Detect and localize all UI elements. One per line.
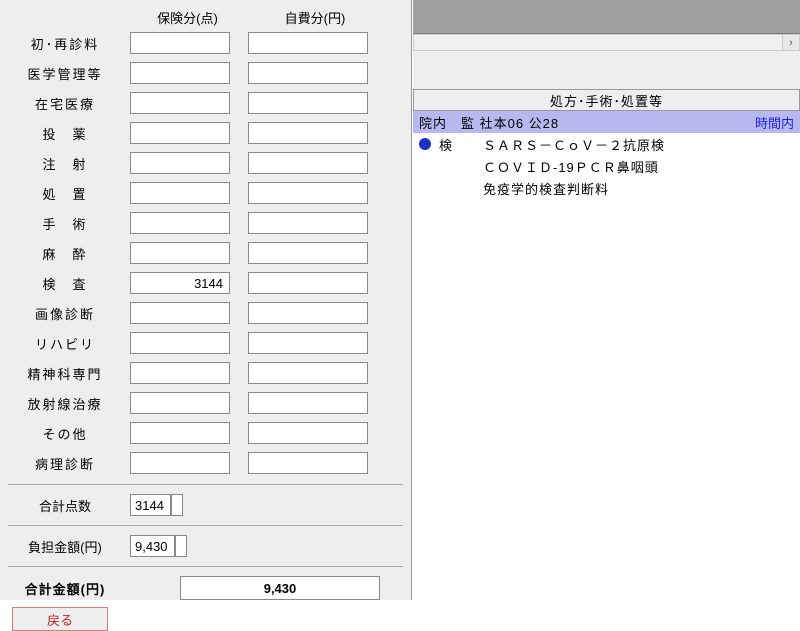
fee-row-selfpay-field[interactable] xyxy=(248,212,368,234)
fee-row: 在宅医療 xyxy=(0,88,411,118)
header-insurance-points: 保険分(点) xyxy=(130,8,245,27)
fee-row-selfpay-field[interactable] xyxy=(248,62,368,84)
total-points-field-2[interactable] xyxy=(171,494,183,516)
summary-block: 合計点数 3144 負担金額(円) 9,430 合計金額(円) 9,430 戻る xyxy=(0,480,411,631)
fee-row-selfpay-field[interactable] xyxy=(248,32,368,54)
fee-row-insurance-field[interactable] xyxy=(130,302,230,324)
fee-row-insurance-field[interactable] xyxy=(130,92,230,114)
fee-row-selfpay-field[interactable] xyxy=(248,332,368,354)
fee-row: その他 xyxy=(0,418,411,448)
back-button[interactable]: 戻る xyxy=(12,607,108,631)
detail-line: 検 ＳＡＲＳ－ＣｏＶ－２抗原検ＣＯＶＩＤ-19ＰＣＲ鼻咽頭免疫学的検査判断料 xyxy=(413,133,800,201)
fee-row-insurance-field[interactable] xyxy=(130,212,230,234)
right-top-bar xyxy=(413,0,800,34)
header-self-pay-yen: 自費分(円) xyxy=(245,8,385,27)
fee-row-insurance-field[interactable] xyxy=(130,332,230,354)
fee-row-selfpay-field[interactable] xyxy=(248,392,368,414)
total-points-field-1[interactable]: 3144 xyxy=(130,494,171,516)
horizontal-scrollbar[interactable]: › xyxy=(413,34,800,51)
detail-highlight-row[interactable]: 院内 監 社本06 公28 時間内 xyxy=(413,111,800,133)
fee-row-label: 初･再診料 xyxy=(0,34,130,53)
fee-row: 精神科専門 xyxy=(0,358,411,388)
fee-row-insurance-field[interactable] xyxy=(130,182,230,204)
fee-row-insurance-field[interactable]: 3144 xyxy=(130,272,230,294)
section-header: 処方･手術･処置等 xyxy=(413,89,800,111)
total-points-row: 合計点数 3144 xyxy=(0,489,411,521)
fee-row-insurance-field[interactable] xyxy=(130,452,230,474)
fee-row: 病理診断 xyxy=(0,448,411,478)
fee-row: 手 術 xyxy=(0,208,411,238)
fee-row-selfpay-field[interactable] xyxy=(248,452,368,474)
fee-row: 検 査3144 xyxy=(0,268,411,298)
fee-row-insurance-field[interactable] xyxy=(130,62,230,84)
burden-field-1[interactable]: 9,430 xyxy=(130,535,175,557)
bullet-icon xyxy=(419,138,431,150)
fee-row-insurance-field[interactable] xyxy=(130,242,230,264)
fee-row-label: 投 薬 xyxy=(0,124,130,143)
fee-row-selfpay-field[interactable] xyxy=(248,272,368,294)
grand-total-field[interactable]: 9,430 xyxy=(180,576,380,600)
burden-field-2[interactable] xyxy=(175,535,187,557)
fee-row: 処 置 xyxy=(0,178,411,208)
fee-row-label: 病理診断 xyxy=(0,454,130,473)
fee-row: 麻 酔 xyxy=(0,238,411,268)
fee-row-insurance-field[interactable] xyxy=(130,392,230,414)
fee-row-insurance-field[interactable] xyxy=(130,32,230,54)
detail-descriptions: ＳＡＲＳ－ＣｏＶ－２抗原検ＣＯＶＩＤ-19ＰＣＲ鼻咽頭免疫学的検査判断料 xyxy=(483,135,794,201)
highlight-left-text: 院内 監 社本06 公28 xyxy=(419,113,559,132)
fee-row-label: 注 射 xyxy=(0,154,130,173)
fee-row-insurance-field[interactable] xyxy=(130,422,230,444)
right-gap xyxy=(413,51,800,89)
fee-row-label: 手 術 xyxy=(0,214,130,233)
fee-row-label: 検 査 xyxy=(0,274,130,293)
fee-row-selfpay-field[interactable] xyxy=(248,422,368,444)
fee-row-selfpay-field[interactable] xyxy=(248,92,368,114)
detail-description-line: ＣＯＶＩＤ-19ＰＣＲ鼻咽頭 xyxy=(483,157,794,179)
fee-row-label: 放射線治療 xyxy=(0,394,130,413)
detail-description-line: 免疫学的検査判断料 xyxy=(483,179,794,201)
total-points-label: 合計点数 xyxy=(0,496,130,515)
column-headers: 保険分(点) 自費分(円) xyxy=(0,8,411,27)
scroll-right-icon[interactable]: › xyxy=(782,35,799,50)
fee-rows: 初･再診料医学管理等在宅医療投 薬注 射処 置手 術麻 酔検 査3144画像診断… xyxy=(0,28,411,478)
burden-label: 負担金額(円) xyxy=(0,537,130,556)
fee-row: リハビリ xyxy=(0,328,411,358)
fee-row-label: その他 xyxy=(0,424,130,443)
highlight-right-text: 時間内 xyxy=(755,113,794,132)
fee-row-selfpay-field[interactable] xyxy=(248,302,368,324)
fee-row-selfpay-field[interactable] xyxy=(248,242,368,264)
detail-description-line: ＳＡＲＳ－ＣｏＶ－２抗原検 xyxy=(483,135,794,157)
fee-row-label: 在宅医療 xyxy=(0,94,130,113)
fee-row-insurance-field[interactable] xyxy=(130,152,230,174)
fee-row-label: リハビリ xyxy=(0,334,130,353)
fee-row-label: 精神科専門 xyxy=(0,364,130,383)
fee-row-label: 処 置 xyxy=(0,184,130,203)
fee-row-selfpay-field[interactable] xyxy=(248,122,368,144)
fee-row: 放射線治療 xyxy=(0,388,411,418)
fee-row-insurance-field[interactable] xyxy=(130,362,230,384)
fee-row-selfpay-field[interactable] xyxy=(248,362,368,384)
detail-area: 院内 監 社本06 公28 時間内 検 ＳＡＲＳ－ＣｏＶ－２抗原検ＣＯＶＩＤ-1… xyxy=(413,111,800,201)
left-panel: 保険分(点) 自費分(円) 初･再診料医学管理等在宅医療投 薬注 射処 置手 術… xyxy=(0,0,412,600)
fee-row: 初･再診料 xyxy=(0,28,411,58)
fee-row: 投 薬 xyxy=(0,118,411,148)
fee-row-insurance-field[interactable] xyxy=(130,122,230,144)
fee-row-label: 医学管理等 xyxy=(0,64,130,83)
fee-row-label: 麻 酔 xyxy=(0,244,130,263)
detail-category: 検 xyxy=(439,135,483,154)
fee-row: 注 射 xyxy=(0,148,411,178)
fee-row: 医学管理等 xyxy=(0,58,411,88)
burden-row: 負担金額(円) 9,430 xyxy=(0,530,411,562)
grand-total-label: 合計金額(円) xyxy=(0,579,130,598)
fee-row: 画像診断 xyxy=(0,298,411,328)
fee-row-label: 画像診断 xyxy=(0,304,130,323)
fee-row-selfpay-field[interactable] xyxy=(248,182,368,204)
fee-row-selfpay-field[interactable] xyxy=(248,152,368,174)
